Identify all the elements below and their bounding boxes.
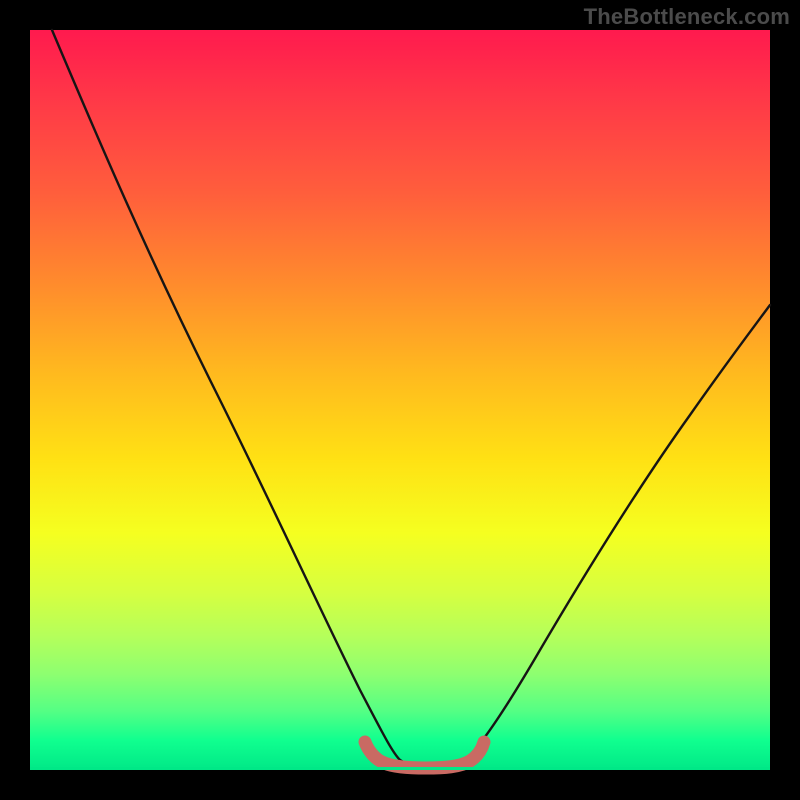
curve-layer xyxy=(30,30,770,770)
bottleneck-curve xyxy=(52,30,770,767)
baseline-strip xyxy=(30,767,770,770)
chart-frame: TheBottleneck.com xyxy=(0,0,800,800)
baseline-marker xyxy=(365,742,484,768)
watermark-text: TheBottleneck.com xyxy=(584,4,790,30)
plot-area xyxy=(30,30,770,770)
